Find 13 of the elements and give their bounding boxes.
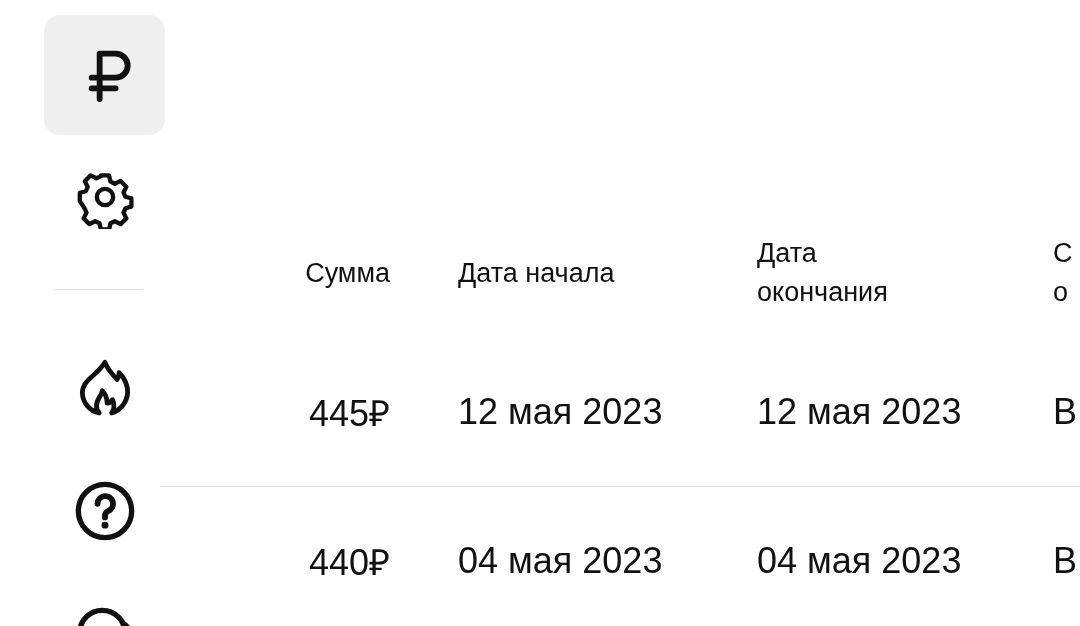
- table-cell-text: 12 мая 2023: [757, 391, 963, 433]
- table-cell-text: 445₽: [307, 391, 390, 436]
- column-header: Дата начала: [458, 256, 616, 290]
- column-header: Дата окончания: [757, 237, 889, 309]
- table-cell-text: 440₽: [307, 540, 390, 585]
- table-cell-text: В: [1053, 391, 1078, 433]
- table-cell-text: 12 мая 2023: [458, 391, 664, 433]
- table-cell-text: В: [1053, 540, 1078, 582]
- ruble-button[interactable]: [44, 15, 165, 135]
- table-cell-text: 04 мая 2023: [458, 540, 664, 582]
- column-header: Сумма: [304, 256, 390, 290]
- column-header: С о: [1053, 237, 1074, 309]
- table-cell-text: 04 мая 2023: [757, 540, 963, 582]
